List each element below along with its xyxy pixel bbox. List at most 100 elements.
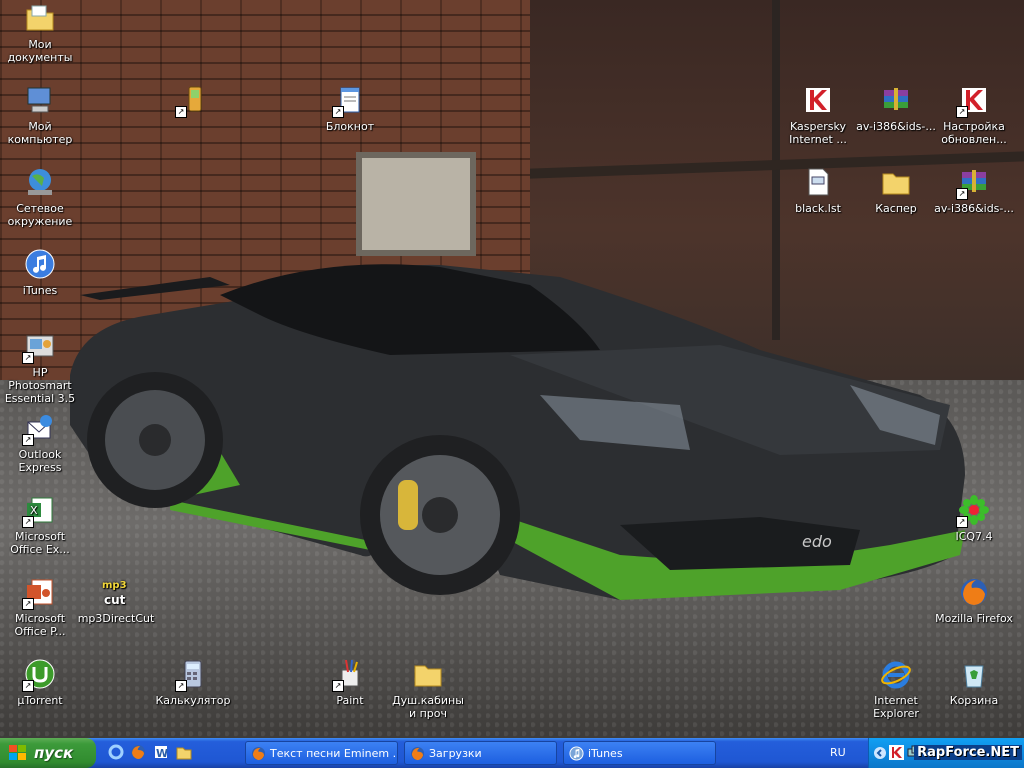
desktop-icon-my-computer[interactable]: Мой компьютер	[0, 84, 80, 146]
icon-label: iTunes	[22, 284, 58, 297]
tray-expand-icon[interactable]	[873, 746, 887, 760]
wallpaper-door	[356, 152, 476, 256]
notepad-icon: ↗	[332, 84, 366, 118]
desktop-icon-mp3directcut[interactable]: mp3 cut mp3DirectCut	[76, 576, 156, 625]
icon-label: Мой компьютер	[7, 120, 73, 146]
winrar-archive-icon: ↗	[956, 166, 990, 200]
shortcut-arrow-icon: ↗	[22, 352, 34, 364]
calculator-icon: ↗	[175, 658, 209, 692]
utorrent-icon: ↗	[22, 658, 56, 692]
kaspersky-icon	[802, 84, 834, 116]
desktop-icon-internet-explorer[interactable]: Internet Explorer	[856, 658, 936, 720]
recycle-bin-icon	[958, 658, 990, 690]
desktop-icon-paint[interactable]: ↗ Paint	[310, 658, 390, 707]
icon-label: av-i386&ids-...	[934, 202, 1014, 215]
desktop[interactable]: edo Мои документы Мой компьютер Сетевое …	[0, 0, 1024, 738]
desktop-icon-folder-shower[interactable]: Душ.кабины и проч	[388, 658, 468, 720]
icon-label: mp3DirectCut	[77, 612, 155, 625]
icon-label: Paint	[336, 694, 364, 707]
start-label: пуск	[34, 744, 74, 762]
itunes-icon	[24, 248, 56, 280]
winrar-archive-icon	[880, 84, 912, 116]
svg-text:mp3: mp3	[102, 580, 127, 591]
icon-label: Настройка обновлен...	[941, 120, 1007, 146]
icon-label: Microsoft Office Ex...	[10, 530, 70, 556]
desktop-icon-my-documents[interactable]: Мои документы	[0, 2, 80, 64]
kaspersky-update-icon: ↗	[956, 84, 990, 118]
desktop-icon-firefox[interactable]: Mozilla Firefox	[934, 576, 1014, 625]
task-label: Текст песни Eminem ...	[270, 747, 398, 760]
desktop-icon-hp-photosmart[interactable]: ↗ HP Photosmart Essential 3.5	[0, 330, 80, 405]
desktop-icon-archive-2[interactable]: ↗ av-i386&ids-...	[934, 166, 1014, 215]
desktop-icon-archive-1[interactable]: av-i386&ids-...	[856, 84, 936, 133]
taskbar-task-firefox-lyrics[interactable]: Текст песни Eminem ...	[245, 741, 398, 765]
wallpaper-car: edo	[70, 264, 965, 600]
desktop-icon-kaspersky-update[interactable]: ↗ Настройка обновлен...	[934, 84, 1014, 146]
internet-explorer-icon	[880, 658, 912, 690]
quick-launch-firefox-icon[interactable]	[130, 744, 146, 760]
windows-flag-icon	[9, 745, 26, 760]
svg-text:cut: cut	[104, 593, 126, 607]
icon-label: Корзина	[949, 694, 999, 707]
folder-icon	[880, 166, 912, 198]
paint-icon: ↗	[332, 658, 366, 692]
desktop-icon-icq[interactable]: ↗ ICQ7.4	[934, 494, 1014, 543]
desktop-icon-network[interactable]: Сетевое окружение	[0, 166, 80, 228]
icon-label: av-i386&ids-...	[856, 120, 936, 133]
shortcut-arrow-icon: ↗	[22, 516, 34, 528]
desktop-icon-calculator[interactable]: ↗ Калькулятор	[153, 658, 233, 707]
language-indicator[interactable]: RU	[830, 738, 846, 768]
desktop-icon-powerpoint[interactable]: ↗ Microsoft Office P...	[0, 576, 80, 638]
phone-app-icon: ↗	[175, 84, 209, 118]
shortcut-arrow-icon: ↗	[332, 680, 344, 692]
desktop-icon-notepad[interactable]: ↗ Блокнот	[310, 84, 390, 133]
icon-label: black.lst	[795, 202, 841, 215]
kaspersky-tray-icon[interactable]	[889, 745, 904, 760]
desktop-icon-excel[interactable]: X ↗ Microsoft Office Ex...	[0, 494, 80, 556]
mp3directcut-icon: mp3 cut	[100, 576, 132, 608]
firefox-icon	[251, 746, 266, 761]
task-label: Загрузки	[429, 747, 482, 760]
car-badge: edo	[802, 532, 832, 551]
network-icon	[24, 166, 56, 198]
icon-label: Калькулятор	[155, 694, 231, 707]
icon-label: Kaspersky Internet ...	[789, 120, 847, 146]
excel-icon: X ↗	[22, 494, 56, 528]
icon-label: Каспер	[875, 202, 917, 215]
icon-label: ICQ7.4	[955, 530, 993, 543]
desktop-icon-outlook-express[interactable]: ↗ Outlook Express	[0, 412, 80, 474]
desktop-icon-recycle-bin[interactable]: Корзина	[934, 658, 1014, 707]
icon-label: Outlook Express	[18, 448, 62, 474]
folder-icon	[412, 658, 444, 690]
icon-label: µTorrent	[17, 694, 63, 707]
task-label: iTunes	[588, 747, 623, 760]
itunes-icon	[569, 746, 584, 761]
quick-launch-word-icon[interactable]: W	[153, 744, 169, 760]
quick-launch-internet-explorer-icon[interactable]	[108, 744, 124, 760]
svg-text:W: W	[156, 747, 168, 760]
taskbar-task-downloads[interactable]: Загрузки	[404, 741, 557, 765]
quick-launch-folder-icon[interactable]	[176, 744, 192, 760]
outlook-express-icon: ↗	[22, 412, 56, 446]
shortcut-arrow-icon: ↗	[22, 598, 34, 610]
desktop-icon-folder-kasper[interactable]: Каспер	[856, 166, 936, 215]
icon-label: Internet Explorer	[873, 694, 919, 720]
shortcut-arrow-icon: ↗	[956, 188, 968, 200]
watermark: RapForce.NET	[914, 745, 1022, 760]
desktop-icon-kaspersky[interactable]: Kaspersky Internet ...	[778, 84, 858, 146]
icon-label: HP Photosmart Essential 3.5	[4, 366, 76, 405]
shortcut-arrow-icon: ↗	[22, 434, 34, 446]
taskbar: пуск W Текст песни Eminem ... Загрузки i…	[0, 738, 1024, 768]
desktop-icon-black-lst[interactable]: black.lst	[778, 166, 858, 215]
shortcut-arrow-icon: ↗	[332, 106, 344, 118]
icon-label: Microsoft Office P...	[14, 612, 66, 638]
start-button[interactable]: пуск	[0, 738, 96, 768]
icon-label: Душ.кабины и проч	[392, 694, 464, 720]
taskbar-task-itunes[interactable]: iTunes	[563, 741, 716, 765]
shortcut-arrow-icon: ↗	[22, 680, 34, 692]
desktop-icon-utorrent[interactable]: ↗ µTorrent	[0, 658, 80, 707]
desktop-icon-phone-app[interactable]: ↗	[153, 84, 233, 120]
desktop-icon-itunes[interactable]: iTunes	[0, 248, 80, 297]
shortcut-arrow-icon: ↗	[175, 106, 187, 118]
hp-photosmart-icon: ↗	[22, 330, 56, 364]
